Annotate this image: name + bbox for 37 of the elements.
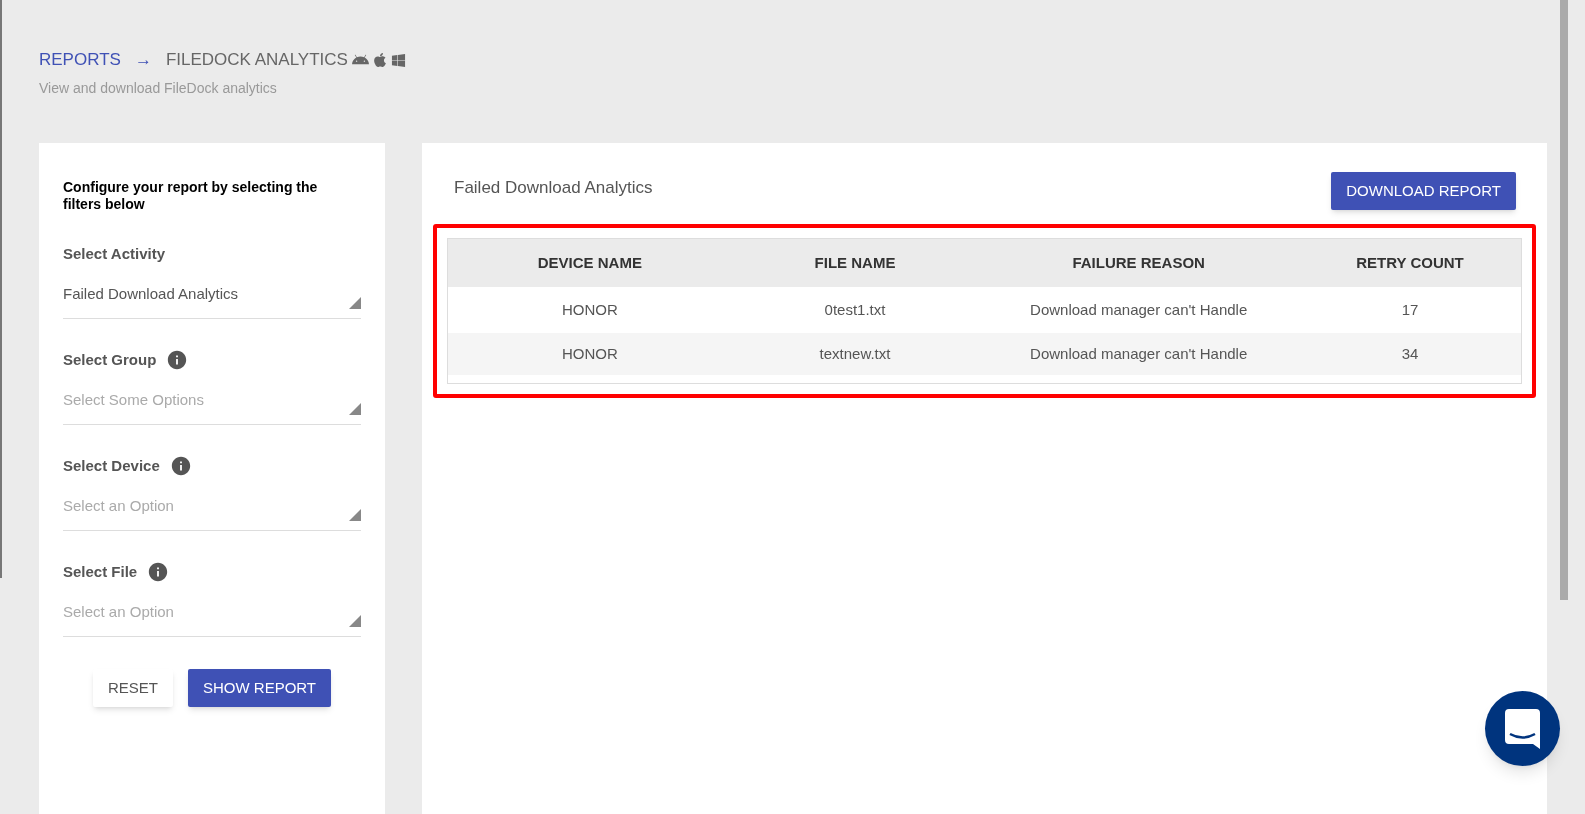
table-cell-text: 17 bbox=[1401, 299, 1419, 320]
table-cell-text: 34 bbox=[1401, 343, 1419, 364]
filter-label: Select Group bbox=[63, 349, 157, 370]
column-header: FILE NAME bbox=[814, 252, 896, 273]
dropdown-triangle-icon bbox=[349, 509, 361, 521]
select-field[interactable]: Failed Download Analytics bbox=[63, 281, 361, 319]
apple-icon bbox=[371, 52, 388, 68]
chat-bubble-icon bbox=[1505, 708, 1540, 749]
dropdown-triangle-icon bbox=[349, 615, 361, 627]
reset-button[interactable]: RESET bbox=[92, 669, 173, 707]
scrollbar[interactable] bbox=[1560, 0, 1568, 600]
column-header: RETRY COUNT bbox=[1356, 252, 1464, 273]
report-title: Failed Download Analytics bbox=[454, 177, 653, 199]
table-cell-text: 0test1.txt bbox=[824, 299, 886, 320]
table-cell-text: Download manager can't Handle bbox=[1030, 343, 1248, 364]
column-header: DEVICE NAME bbox=[537, 252, 642, 273]
column-header: FAILURE REASON bbox=[1072, 252, 1205, 273]
breadcrumb-link[interactable]: REPORTS bbox=[39, 47, 121, 73]
filter-intro: Configure your report by selecting the filters below bbox=[63, 179, 319, 213]
filter-label: Select Device bbox=[63, 455, 160, 476]
info-icon[interactable] bbox=[147, 561, 170, 583]
table-cell-text: textnew.txt bbox=[819, 343, 891, 364]
windows-logo-icon bbox=[390, 52, 406, 68]
filter-label: Select File bbox=[63, 561, 138, 582]
show-report-button[interactable]: SHOW REPORT bbox=[187, 669, 332, 707]
table-cell-text: Download manager can't Handle bbox=[1030, 299, 1248, 320]
download-report-button[interactable]: DOWNLOAD REPORT bbox=[1331, 172, 1516, 210]
filter-label: Select Activity bbox=[63, 243, 165, 264]
table-cell-text: HONOR bbox=[561, 343, 618, 364]
breadcrumb-current: FILEDOCK ANALYTICS bbox=[165, 49, 348, 72]
dropdown-triangle-icon bbox=[349, 297, 361, 309]
breadcrumb-separator: → bbox=[134, 49, 152, 72]
table-cell-text: HONOR bbox=[561, 299, 618, 320]
info-icon[interactable] bbox=[169, 455, 192, 477]
dropdown-triangle-icon bbox=[349, 403, 361, 415]
page-subtitle: View and download FileDock analytics bbox=[39, 79, 278, 98]
info-icon[interactable] bbox=[166, 349, 189, 371]
